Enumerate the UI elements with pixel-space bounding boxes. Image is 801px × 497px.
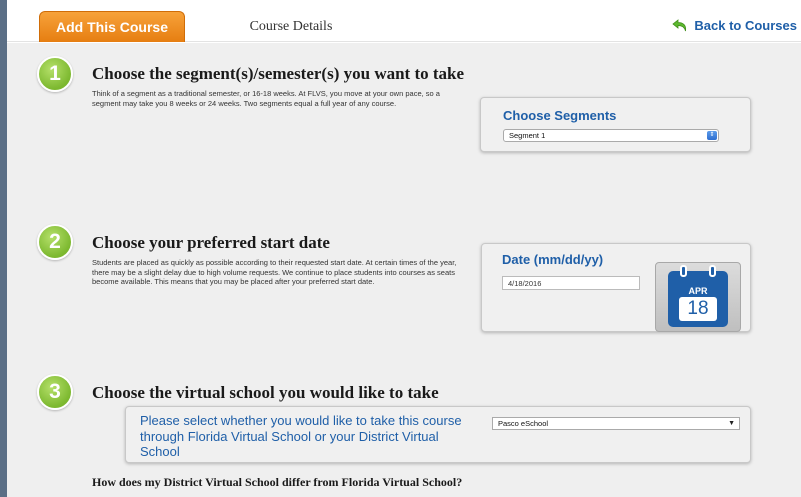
step-2-description: Students are placed as quickly as possib… <box>92 258 457 286</box>
calendar-icon: APR 18 <box>668 265 728 327</box>
calendar-ring-left <box>680 265 687 277</box>
tab-course-details[interactable]: Course Details <box>191 11 391 42</box>
tab-bar: Add This Course Course Details Back to C… <box>7 0 801 42</box>
school-select-value: Pasco eSchool <box>498 419 549 428</box>
step-1-badge: 1 <box>37 56 73 92</box>
back-to-courses-link[interactable]: Back to Courses <box>672 18 797 33</box>
segment-select[interactable]: Segment 1 ⇕ <box>503 129 719 142</box>
date-panel-title: Date (mm/dd/yy) <box>502 252 604 267</box>
tab-add-this-course[interactable]: Add This Course <box>39 11 185 42</box>
step-3-badge: 3 <box>37 374 73 410</box>
calendar-ring-right <box>709 265 716 277</box>
date-panel: Date (mm/dd/yy) 4/18/2016 APR 18 <box>481 243 751 332</box>
select-arrows-icon: ⇕ <box>707 131 717 140</box>
step-1-description: Think of a segment as a traditional seme… <box>92 89 440 108</box>
school-prompt: Please select whether you would like to … <box>140 413 462 459</box>
choose-segments-title: Choose Segments <box>503 108 617 123</box>
dropdown-caret-icon: ▼ <box>728 420 735 427</box>
calendar-button[interactable]: APR 18 <box>655 262 741 332</box>
back-arrow-icon <box>672 18 688 33</box>
step-2-badge: 2 <box>37 224 73 260</box>
calendar-month: APR <box>688 286 708 296</box>
start-date-input[interactable]: 4/18/2016 <box>502 276 640 290</box>
step-1-title: Choose the segment(s)/semester(s) you wa… <box>92 64 465 83</box>
school-select[interactable]: Pasco eSchool ▼ <box>492 417 740 430</box>
choose-segments-panel: Choose Segments Segment 1 ⇕ <box>480 97 751 152</box>
school-panel: Please select whether you would like to … <box>125 406 751 463</box>
step-2-title: Choose your preferred start date <box>92 233 330 252</box>
left-stripe <box>0 0 7 497</box>
segment-select-value: Segment 1 <box>509 131 546 140</box>
step-3-title: Choose the virtual school you would like… <box>92 383 439 402</box>
back-to-courses-label: Back to Courses <box>694 18 797 33</box>
district-vs-flvs-question[interactable]: How does my District Virtual School diff… <box>92 475 462 490</box>
calendar-day: 18 <box>679 297 717 321</box>
